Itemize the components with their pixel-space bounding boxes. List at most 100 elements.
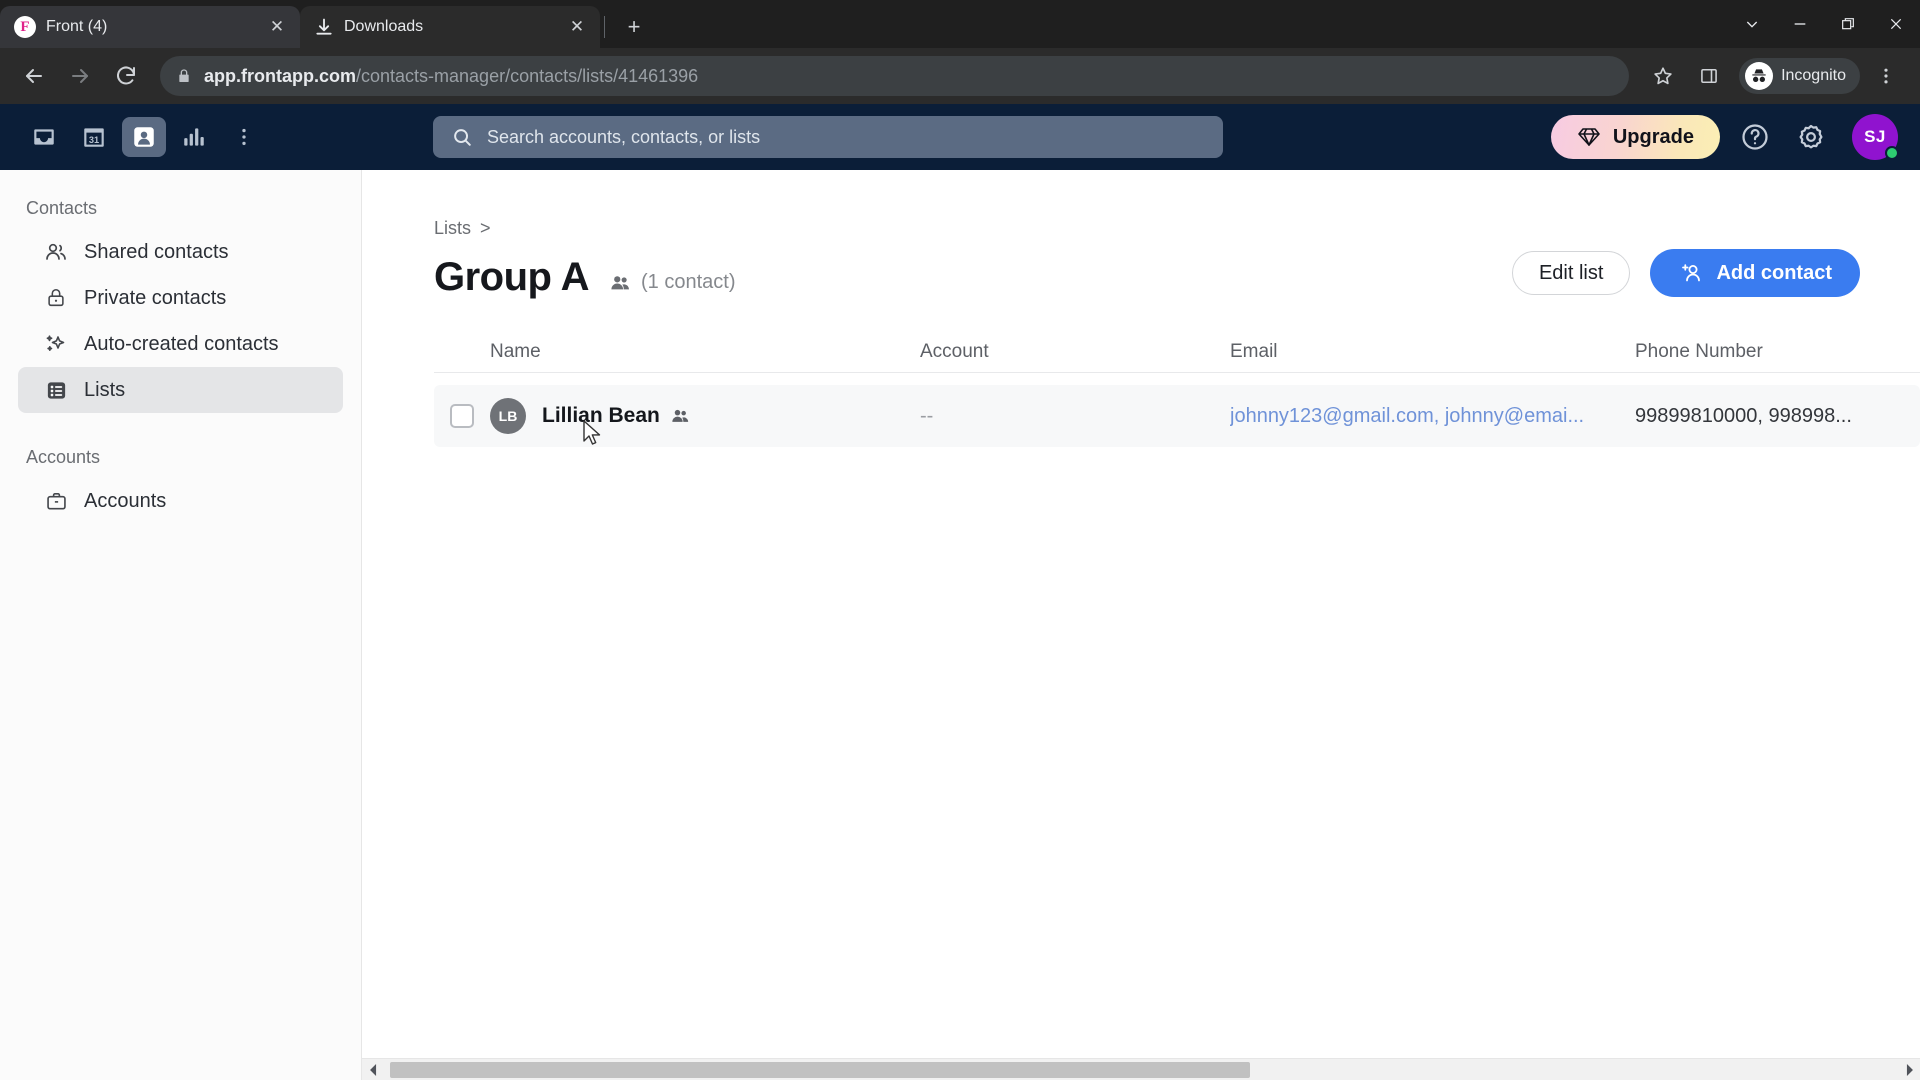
sidebar-item-auto-created-contacts[interactable]: Auto-created contacts — [18, 321, 343, 367]
list-icon — [44, 378, 68, 402]
incognito-icon — [1745, 62, 1774, 90]
lock-icon — [44, 286, 68, 310]
upgrade-label: Upgrade — [1612, 125, 1694, 148]
contact-count: (1 contact) — [641, 271, 736, 293]
cell-phone-number: 99899810000, 998998... — [1635, 405, 1920, 428]
sidebar-item-lists[interactable]: Lists — [18, 367, 343, 413]
people-icon — [670, 406, 690, 426]
column-header-phone-number[interactable]: Phone Number — [1635, 341, 1920, 363]
url-text: app.frontapp.com/contacts-manager/contac… — [204, 66, 698, 87]
lock-icon — [176, 68, 192, 84]
column-header-email[interactable]: Email — [1230, 341, 1635, 363]
gear-icon[interactable] — [1790, 116, 1832, 158]
inbox-icon[interactable] — [22, 117, 66, 157]
table-header-row: Name Account Email Phone Number — [434, 331, 1920, 373]
add-person-icon — [1678, 260, 1704, 286]
browser-tab-title: Downloads — [344, 18, 424, 35]
download-icon — [314, 17, 334, 37]
search-icon — [451, 126, 473, 148]
sidebar-item-private-contacts[interactable]: Private contacts — [18, 275, 343, 321]
cell-email[interactable]: johnny123@gmail.com, johnny@emai... — [1230, 405, 1635, 428]
account-value: -- — [920, 404, 934, 427]
edit-list-button[interactable]: Edit list — [1511, 251, 1631, 295]
cell-name[interactable]: LB Lillian Bean — [490, 398, 920, 434]
chevron-left-icon[interactable] — [362, 1059, 384, 1080]
horizontal-scrollbar[interactable] — [362, 1058, 1920, 1080]
app-header-actions: Upgrade SJ — [1550, 114, 1899, 160]
maximize-icon[interactable] — [1824, 4, 1872, 44]
tab-divider — [604, 16, 605, 38]
close-icon[interactable]: ✕ — [564, 14, 590, 40]
app-body: Contacts Shared contacts Private contact… — [0, 170, 1920, 1080]
back-icon[interactable] — [14, 56, 54, 96]
scrollbar-thumb[interactable] — [390, 1061, 1250, 1078]
front-logo-icon: F — [14, 16, 36, 38]
browser-tab-title: Front (4) — [46, 18, 108, 35]
close-icon[interactable] — [1872, 4, 1920, 44]
chevron-right-icon[interactable] — [1898, 1059, 1920, 1080]
chevron-right-icon: > — [480, 218, 491, 238]
avatar[interactable]: SJ — [1851, 114, 1899, 160]
search-input[interactable]: Search accounts, contacts, or lists — [432, 116, 1223, 158]
row-select-checkbox[interactable] — [434, 404, 490, 428]
upgrade-button[interactable]: Upgrade — [1550, 115, 1720, 159]
presence-indicator — [1884, 146, 1899, 160]
search-placeholder: Search accounts, contacts, or lists — [486, 126, 761, 147]
sidebar-section-accounts-label: Accounts — [26, 447, 101, 467]
page-actions: Edit list Add contact — [1511, 249, 1860, 297]
sidebar-item-shared-contacts[interactable]: Shared contacts — [18, 229, 343, 275]
table-row[interactable]: LB Lillian Bean -- johnny123@gmail.com, … — [434, 385, 1920, 447]
browser-tab-front[interactable]: F Front (4) ✕ — [0, 6, 300, 48]
new-tab-button[interactable]: + — [617, 10, 651, 44]
column-header-name[interactable]: Name — [490, 341, 920, 363]
calendar-icon[interactable]: 31 — [72, 117, 116, 157]
contact-avatar: LB — [490, 398, 526, 434]
window-controls — [1728, 0, 1920, 48]
contact-name: Lillian Bean — [542, 404, 660, 427]
address-bar[interactable]: app.frontapp.com/contacts-manager/contac… — [160, 56, 1630, 96]
sidebar-item-label: Accounts — [84, 489, 167, 512]
star-icon[interactable] — [1643, 56, 1683, 96]
more-icon[interactable] — [222, 117, 266, 157]
add-contact-button[interactable]: Add contact — [1650, 249, 1860, 297]
url-path: /contacts-manager/contacts/lists/4146139… — [356, 65, 699, 86]
column-header-account[interactable]: Account — [920, 341, 1230, 363]
browser-tab-downloads[interactable]: Downloads ✕ — [300, 6, 600, 48]
sidebar-item-accounts[interactable]: Accounts — [18, 478, 343, 524]
scrollbar-track[interactable] — [384, 1059, 1898, 1080]
sidebar: Contacts Shared contacts Private contact… — [0, 170, 362, 1080]
page-title: Group A — [434, 255, 590, 299]
browser-toolbar: app.frontapp.com/contacts-manager/contac… — [0, 48, 1920, 104]
kebab-menu-icon[interactable] — [1866, 56, 1906, 96]
sidebar-item-label: Shared contacts — [84, 240, 229, 263]
add-contact-label: Add contact — [1716, 261, 1832, 284]
sidebar-item-label: Private contacts — [84, 286, 227, 309]
main-content: Lists > Group A (1 contact) Edit list Ad… — [362, 170, 1920, 1080]
list-detail-panel: Lists > Group A (1 contact) Edit list Ad… — [362, 170, 1920, 1058]
people-icon — [44, 240, 68, 264]
browser-tab-strip: F Front (4) ✕ Downloads ✕ + — [0, 0, 1920, 48]
briefcase-icon — [44, 489, 68, 513]
analytics-icon[interactable] — [172, 117, 216, 157]
cell-account: -- — [920, 405, 1230, 428]
svg-text:31: 31 — [89, 135, 99, 145]
minimize-icon[interactable] — [1776, 4, 1824, 44]
incognito-profile-chip[interactable]: Incognito — [1739, 58, 1860, 94]
email-value[interactable]: johnny123@gmail.com, johnny@emai... — [1230, 405, 1635, 428]
contacts-icon[interactable] — [122, 117, 166, 157]
people-icon — [609, 272, 631, 294]
help-circle-icon[interactable] — [1734, 116, 1776, 158]
page-title-meta: (1 contact) — [609, 271, 735, 297]
page-title-row: Group A (1 contact) Edit list Add contac… — [434, 249, 1920, 297]
side-panel-icon[interactable] — [1689, 56, 1729, 96]
reload-icon[interactable] — [106, 56, 146, 96]
forward-icon[interactable] — [60, 56, 100, 96]
phone-value: 99899810000, 998998... — [1635, 404, 1852, 427]
close-icon[interactable]: ✕ — [264, 14, 290, 40]
diamond-icon — [1577, 125, 1601, 149]
breadcrumb: Lists > — [434, 218, 1920, 239]
url-domain: app.frontapp.com — [204, 65, 356, 86]
tab-search-icon[interactable] — [1728, 4, 1776, 44]
breadcrumb-lists-link[interactable]: Lists — [434, 218, 471, 239]
